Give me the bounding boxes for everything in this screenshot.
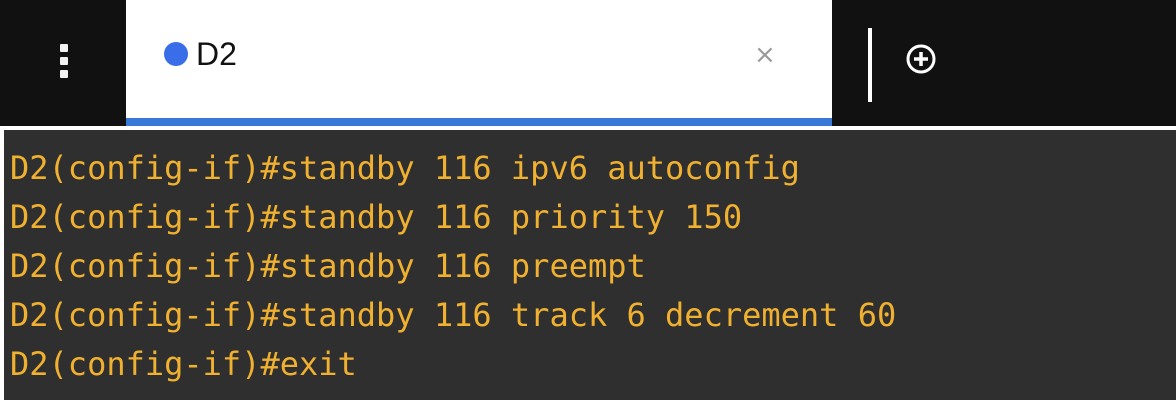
kebab-menu-icon[interactable] (44, 30, 84, 92)
active-tab-indicator (126, 118, 832, 126)
terminal-line: D2(config-if)#standby 116 ipv6 autoconfi… (10, 149, 800, 187)
terminal-line: D2(config-if)#standby 116 preempt (10, 247, 646, 285)
tab-title: D2 (196, 36, 237, 72)
close-icon[interactable]: × (754, 40, 776, 70)
terminal-line: D2(config-if)#standby 116 track 6 decrem… (10, 296, 897, 334)
menu-dot (60, 70, 68, 78)
plus-circle-svg (906, 44, 936, 74)
menu-dot (60, 44, 68, 52)
plus-circle-icon[interactable] (906, 44, 936, 74)
tab-divider (868, 28, 872, 102)
tab-bar: D2 × (0, 0, 1176, 126)
menu-dot (60, 57, 68, 65)
terminal-output[interactable]: D2(config-if)#standby 116 ipv6 autoconfi… (4, 130, 1176, 400)
status-dot-icon (164, 42, 188, 66)
tab-d2[interactable]: D2 × (126, 0, 832, 126)
terminal-line: D2(config-if)#exit (10, 345, 357, 383)
terminal-line: D2(config-if)#standby 116 priority 150 (10, 198, 743, 236)
